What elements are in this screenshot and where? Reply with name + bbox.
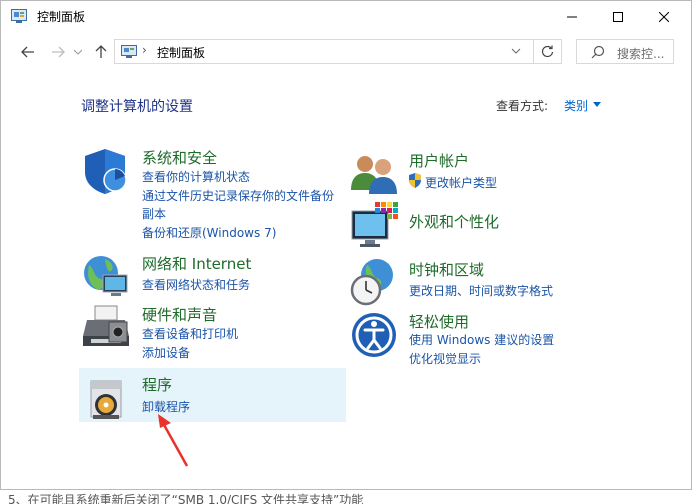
background-document-text: 5、在可能且系统重新后关闭了“SMB 1.0/CIFS 文件共享支持”功能 [8,493,364,504]
ease-of-access-icon [352,313,396,357]
category-title[interactable]: 外观和个性化 [409,211,499,232]
close-button[interactable] [641,1,687,32]
search-placeholder: 搜索控... [617,47,665,61]
maximize-button[interactable] [595,1,641,32]
link-change-date-time-format[interactable]: 更改日期、时间或数字格式 [409,282,553,299]
clock-globe-icon [350,259,393,306]
link-devices-printers[interactable]: 查看设备和打印机 [142,325,238,342]
category-title[interactable]: 轻松使用 [409,311,469,332]
link-optimize-visual-display[interactable]: 优化视觉显示 [409,350,481,367]
printer-icon [83,305,129,346]
title-bar: 控制面板 [1,1,691,32]
view-by-dropdown[interactable]: 类别 [564,97,588,114]
chevron-down-icon [74,49,82,55]
link-file-history-backup[interactable]: 通过文件历史记录保存你的文件备份 [142,187,334,204]
arrow-left-icon [21,46,34,58]
link-network-status[interactable]: 查看网络状态和任务 [142,276,250,293]
category-title[interactable]: 系统和安全 [142,147,217,168]
search-icon [591,45,605,59]
minimize-icon [567,16,577,17]
link-backup-restore[interactable]: 备份和还原(Windows 7) [142,224,276,241]
shield-icon [85,149,127,194]
maximize-icon [613,11,623,22]
control-panel-small-icon [121,45,137,58]
refresh-button[interactable] [534,39,562,64]
arrow-right-icon [52,46,65,58]
link-file-history-backup-cont[interactable]: 副本 [142,205,166,222]
control-panel-window: 控制面板 › 控制面板 搜索控... 调整计算机的设置 查看方式: 类别 系统和… [0,0,692,490]
address-dropdown-chevron-icon[interactable] [511,45,521,57]
view-by-caret-icon[interactable] [593,102,601,107]
annotation-arrow-icon [158,414,189,467]
link-change-account-type[interactable]: 更改帐户类型 [425,174,497,191]
link-windows-suggested-settings[interactable]: 使用 Windows 建议的设置 [409,331,554,348]
monitor-palette-icon [351,202,398,247]
breadcrumb-separator-icon: › [142,43,147,57]
uac-shield-icon [409,173,421,188]
forward-button[interactable] [47,41,69,63]
refresh-icon [541,45,554,58]
category-title[interactable]: 用户帐户 [409,150,469,171]
category-title[interactable]: 程序 [142,374,172,395]
minimize-button[interactable] [549,1,595,32]
programs-disk-icon [90,380,122,419]
users-icon [351,156,397,194]
breadcrumb-control-panel[interactable]: 控制面板 [157,44,205,61]
page-title: 调整计算机的设置 [81,99,193,115]
back-button[interactable] [17,41,39,63]
address-bar[interactable]: › 控制面板 [114,39,534,64]
view-by-label: 查看方式: [496,99,549,113]
link-add-device[interactable]: 添加设备 [142,344,190,361]
link-view-computer-status[interactable]: 查看你的计算机状态 [142,168,250,185]
search-input[interactable]: 搜索控... [576,39,674,64]
window-title: 控制面板 [37,10,86,24]
up-button[interactable] [90,41,112,63]
recent-locations-button[interactable] [71,41,85,63]
network-globe-icon [84,256,128,296]
control-panel-app-icon [11,9,27,23]
close-icon [659,11,669,22]
category-title[interactable]: 网络和 Internet [142,253,251,274]
category-title[interactable]: 硬件和声音 [142,304,217,325]
category-title[interactable]: 时钟和区域 [409,259,484,280]
arrow-up-icon [95,45,107,58]
